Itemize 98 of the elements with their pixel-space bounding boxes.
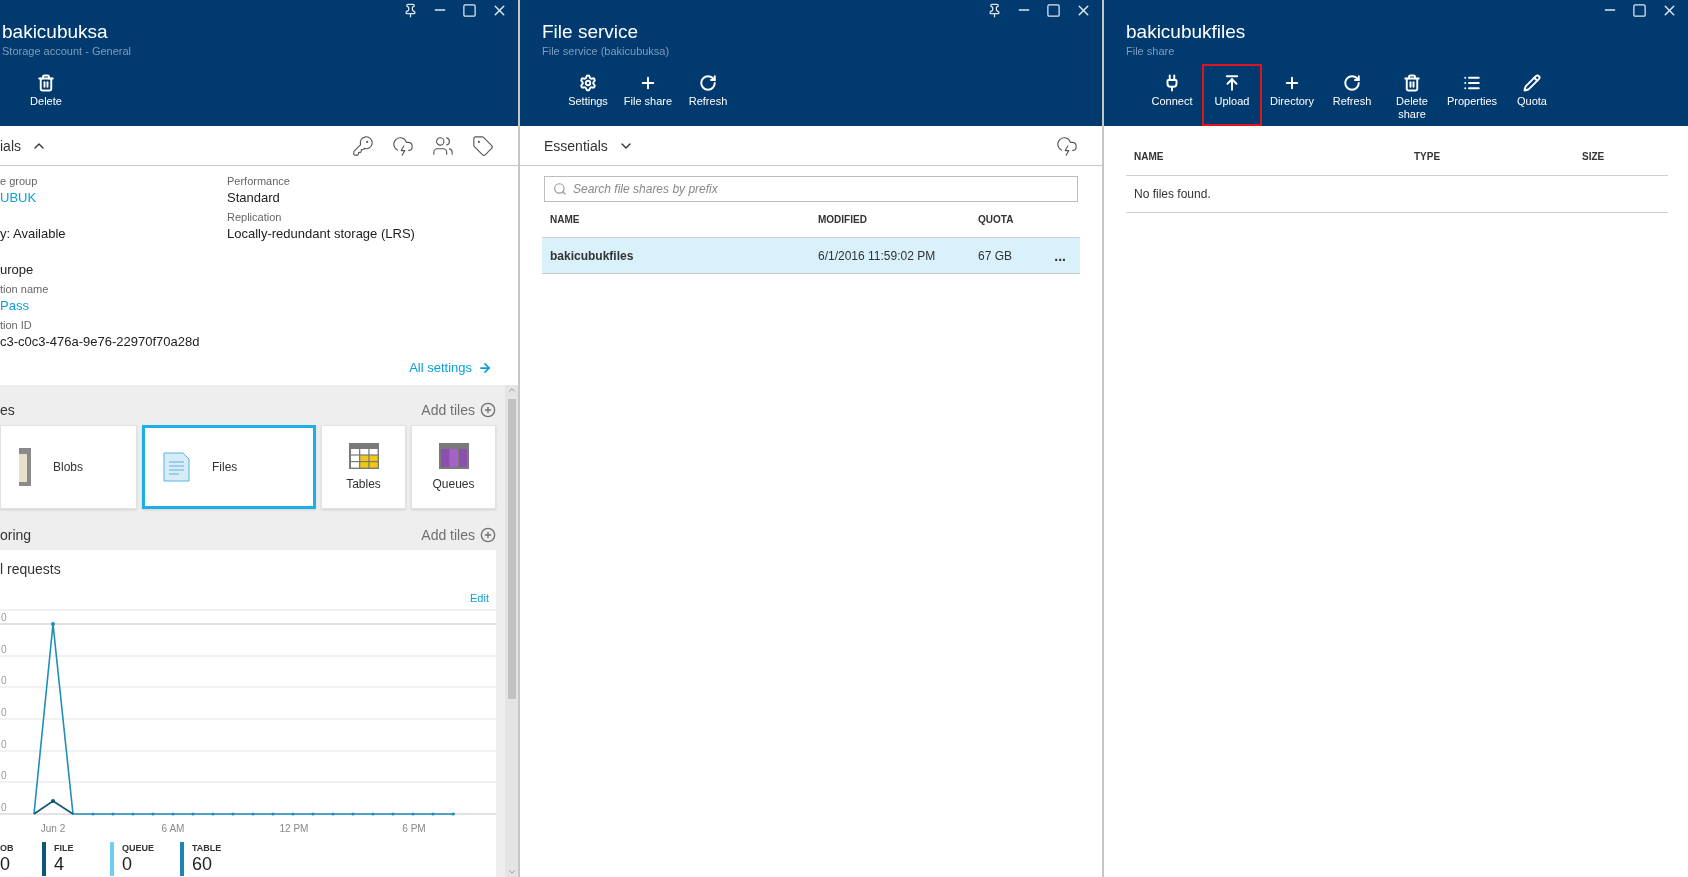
plus-circle-icon bbox=[480, 402, 496, 418]
service-tile[interactable]: Files bbox=[142, 425, 316, 509]
column-header: NAME bbox=[549, 214, 581, 225]
maximize-icon[interactable] bbox=[1046, 2, 1061, 18]
queue-icon bbox=[438, 443, 469, 469]
property-label: Replication bbox=[227, 210, 283, 225]
key-icon[interactable] bbox=[352, 134, 374, 157]
y-axis-label: 0 bbox=[1, 675, 7, 686]
column-header: NAME bbox=[1133, 151, 1165, 162]
column-header: TYPE bbox=[1413, 151, 1442, 162]
refresh-icon bbox=[699, 74, 717, 92]
property-label: Performance bbox=[227, 174, 291, 189]
table-row[interactable]: bakicubukfiles 6/1/2016 11:59:02 PM 67 GB ... bbox=[542, 238, 1080, 274]
upload-icon bbox=[1223, 74, 1241, 92]
service-tile[interactable]: Tables bbox=[321, 425, 406, 509]
storage-box-icon bbox=[19, 448, 31, 486]
x-axis-label: 6 AM bbox=[161, 823, 185, 834]
pin-icon[interactable] bbox=[987, 2, 1002, 18]
add-tiles-button[interactable]: Add tiles bbox=[421, 527, 496, 543]
command-button[interactable]: Delete share bbox=[1382, 64, 1442, 126]
maximize-icon[interactable] bbox=[462, 2, 477, 18]
essentials-toggle[interactable]: ials bbox=[0, 137, 47, 154]
trash-icon bbox=[37, 74, 55, 92]
gear-icon bbox=[579, 74, 597, 92]
y-axis-label: 0 bbox=[1, 739, 7, 750]
essentials-toggle[interactable]: Essentials bbox=[544, 137, 634, 154]
cloud-lightning-icon[interactable] bbox=[392, 134, 414, 157]
service-tile[interactable]: Blobs bbox=[0, 425, 137, 509]
section-heading: oring bbox=[0, 527, 32, 543]
x-axis-label: Jun 2 bbox=[40, 823, 66, 834]
command-button[interactable]: Connect bbox=[1142, 64, 1202, 126]
maximize-icon[interactable] bbox=[1632, 2, 1647, 18]
property-value: y: Available bbox=[0, 225, 67, 243]
x-axis-label: 6 PM bbox=[402, 823, 426, 834]
refresh-icon bbox=[1343, 74, 1361, 92]
blade-title: bakicubukfiles bbox=[1126, 20, 1247, 44]
y-axis-label: 0 bbox=[1, 612, 7, 623]
blade-subtitle: File service (bakicubuksa) bbox=[542, 44, 671, 58]
property-value: Locally-redundant storage (LRS) bbox=[227, 225, 416, 243]
command-button[interactable]: Settings bbox=[558, 64, 618, 126]
stat-label: QUEUE bbox=[122, 842, 154, 854]
search-icon bbox=[553, 182, 567, 196]
property-label: tion ID bbox=[0, 318, 33, 333]
y-axis-label: 0 bbox=[1, 770, 7, 781]
y-axis-label: 0 bbox=[1, 707, 7, 718]
more-button[interactable]: ... bbox=[1052, 247, 1068, 264]
blade-title: bakicubuksa bbox=[2, 20, 109, 44]
property-value: urope bbox=[0, 261, 35, 279]
blade-subtitle: Storage account - General bbox=[2, 44, 133, 58]
stat-value: 4 bbox=[54, 854, 65, 874]
trash-icon bbox=[1403, 74, 1421, 92]
stat-label: TABLE bbox=[192, 842, 222, 854]
add-tiles-button[interactable]: Add tiles bbox=[421, 402, 496, 418]
command-button[interactable]: Upload bbox=[1202, 64, 1262, 126]
command-button[interactable]: Quota bbox=[1502, 64, 1562, 126]
blade-title: File service bbox=[542, 20, 640, 44]
service-tile[interactable]: Queues bbox=[411, 425, 496, 509]
empty-message: No files found. bbox=[1133, 187, 1211, 201]
arrow-right-icon bbox=[478, 361, 492, 375]
table-cell-text: 67 GB bbox=[977, 248, 1014, 263]
list-icon bbox=[1463, 74, 1481, 92]
command-button[interactable]: Refresh bbox=[678, 64, 738, 126]
table-cell-text: bakicubukfiles bbox=[549, 248, 635, 263]
column-header: QUOTA bbox=[977, 214, 1015, 225]
section-heading: es bbox=[0, 402, 15, 418]
plus-circle-icon bbox=[480, 527, 496, 543]
stat-value: 0 bbox=[0, 854, 11, 874]
stat-label: FILE bbox=[54, 842, 74, 854]
x-axis-label: 12 PM bbox=[279, 823, 309, 834]
cloud-lightning-icon[interactable] bbox=[1056, 134, 1078, 157]
y-axis-label: 0 bbox=[1, 644, 7, 655]
table-cell-text: 6/1/2016 11:59:02 PM bbox=[817, 248, 937, 263]
property-value: c3-c0c3-476a-9e76-22970f70a28d bbox=[0, 333, 201, 351]
pencil-icon bbox=[1523, 74, 1541, 92]
command-button[interactable]: Delete bbox=[16, 64, 76, 126]
tag-icon[interactable] bbox=[472, 134, 494, 157]
search-field[interactable]: Search file shares by prefix bbox=[544, 176, 1078, 202]
stat-value: 60 bbox=[192, 854, 214, 874]
column-header: MODIFIED bbox=[817, 214, 868, 225]
blade-subtitle: File share bbox=[1126, 44, 1176, 58]
stat-value: 0 bbox=[122, 854, 133, 874]
people-icon[interactable] bbox=[432, 134, 454, 157]
command-button[interactable]: File share bbox=[618, 64, 678, 126]
property-value: Standard bbox=[227, 189, 281, 207]
property-label: e group bbox=[0, 174, 39, 189]
table-grid-icon bbox=[348, 443, 379, 469]
chart-title: l requests bbox=[0, 560, 62, 579]
pin-icon[interactable] bbox=[403, 2, 418, 18]
plus-icon bbox=[1283, 74, 1301, 92]
stat-label: OB bbox=[0, 842, 14, 854]
command-button[interactable]: Directory bbox=[1262, 64, 1322, 126]
document-icon bbox=[163, 452, 190, 482]
property-label: tion name bbox=[0, 282, 50, 297]
command-button[interactable]: Refresh bbox=[1322, 64, 1382, 126]
column-header: SIZE bbox=[1581, 151, 1606, 162]
y-axis-label: 0 bbox=[1, 802, 7, 813]
plus-icon bbox=[639, 74, 657, 92]
command-button[interactable]: Properties bbox=[1442, 64, 1502, 126]
